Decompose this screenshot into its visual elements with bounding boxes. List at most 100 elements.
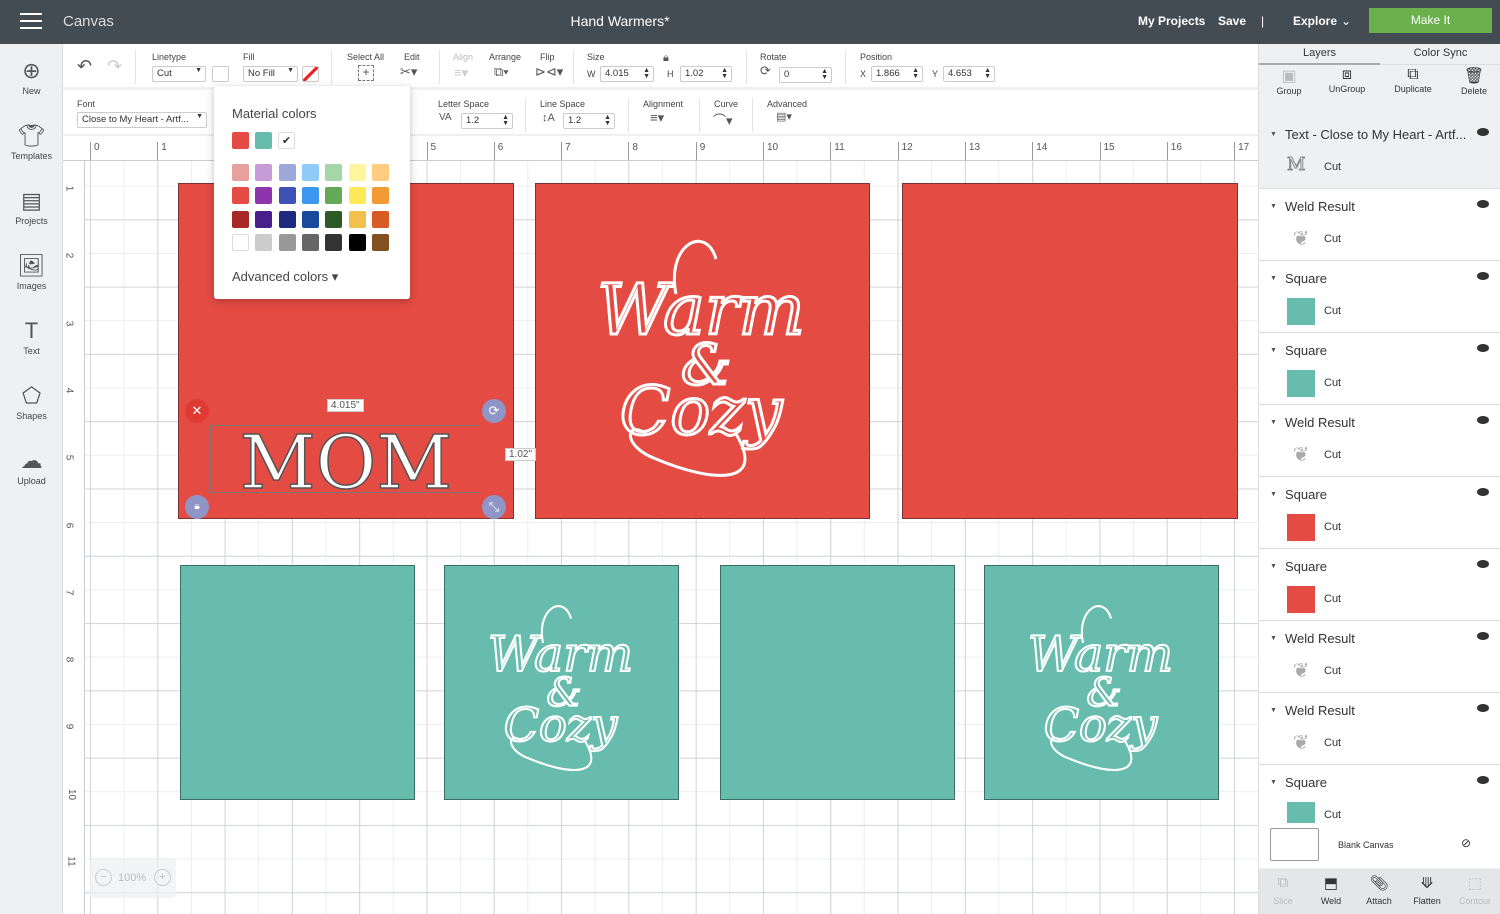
palette-color-swatch[interactable] — [301, 233, 319, 251]
rotate-handle-icon[interactable]: ⟳ — [482, 399, 506, 423]
layer-group[interactable]: ▼ Weld Result ❦ Cut — [1259, 189, 1500, 261]
palette-color-swatch[interactable] — [348, 233, 366, 251]
font-select[interactable]: Close to My Heart - Artf... ▼ — [77, 112, 207, 128]
rotate-input[interactable]: 0 ▲ ▼ — [779, 67, 832, 83]
layer-group[interactable]: ▼ Weld Result ❦ Cut — [1259, 693, 1500, 765]
lock-icon[interactable]: 🔒︎ — [663, 52, 669, 65]
lock-handle-icon[interactable]: 🔒︎ — [185, 495, 209, 519]
layer-group[interactable]: ▼ Weld Result ❦ Cut — [1259, 405, 1500, 477]
edit-tools-icon[interactable]: ✂▾ — [400, 64, 417, 80]
teal-square-with-art[interactable]: Warm & Cozy — [444, 565, 679, 800]
collapse-triangle-icon[interactable]: ▼ — [1270, 707, 1277, 714]
palette-color-swatch[interactable] — [348, 187, 366, 205]
palette-color-swatch[interactable] — [278, 164, 296, 181]
zoom-out-button[interactable]: − — [95, 869, 112, 886]
sidebar-item-templates[interactable]: 👕︎ Templates — [0, 123, 63, 161]
sidebar-item-images[interactable]: 🖼︎ Images — [0, 253, 63, 291]
palette-color-swatch[interactable] — [232, 233, 249, 251]
collapse-triangle-icon[interactable]: ▼ — [1270, 563, 1277, 570]
palette-color-swatch[interactable] — [348, 210, 366, 228]
palette-color-swatch[interactable] — [232, 210, 249, 228]
palette-color-swatch[interactable] — [278, 187, 296, 205]
flatten-button[interactable]: ⟱ Flatten — [1403, 874, 1451, 906]
sidebar-item-projects[interactable]: ▤ Projects — [0, 188, 63, 226]
tab-color-sync[interactable]: Color Sync — [1380, 44, 1500, 65]
line-space-input[interactable]: 1.2 ▲ ▼ — [563, 113, 615, 129]
ungroup-button[interactable]: ⧈ UnGroup — [1317, 66, 1377, 94]
layer-group[interactable]: ▼ Weld Result ❦ Cut — [1259, 621, 1500, 693]
palette-color-swatch[interactable] — [255, 210, 273, 228]
height-input[interactable]: 1.02 ▲ ▼ — [680, 66, 732, 82]
blank-canvas-layer[interactable]: Blank Canvas ⊘ — [1259, 823, 1500, 868]
collapse-triangle-icon[interactable]: ▼ — [1270, 347, 1277, 354]
selection-box[interactable]: MOM — [210, 419, 480, 507]
collapse-triangle-icon[interactable]: ▼ — [1270, 131, 1277, 138]
align-icon[interactable]: ≡▾ — [454, 65, 468, 81]
palette-color-swatch[interactable] — [255, 164, 273, 181]
palette-color-swatch[interactable] — [371, 233, 389, 251]
layer-group[interactable]: ▼ Square Cut — [1259, 549, 1500, 621]
palette-color-swatch[interactable] — [325, 164, 343, 181]
sidebar-item-new[interactable]: ⊕ New — [0, 58, 63, 96]
palette-color-swatch[interactable] — [325, 187, 343, 205]
sidebar-item-shapes[interactable]: ⬠ Shapes — [0, 383, 63, 421]
advanced-icon[interactable]: ▤▾ — [776, 110, 792, 123]
palette-color-swatch[interactable] — [371, 210, 389, 228]
contour-button[interactable]: ⬚ Contour — [1451, 874, 1499, 906]
eye-icon[interactable] — [1477, 560, 1489, 568]
collapse-triangle-icon[interactable]: ▼ — [1270, 203, 1277, 210]
palette-color-swatch[interactable] — [371, 187, 389, 205]
eye-icon[interactable] — [1477, 488, 1489, 496]
teal-square[interactable] — [720, 565, 955, 800]
teal-square[interactable] — [180, 565, 415, 800]
teal-square-with-art[interactable]: Warm & Cozy — [984, 565, 1219, 800]
eye-hidden-icon[interactable]: ⊘ — [1461, 836, 1471, 850]
layer-group[interactable]: ▼ Square Cut — [1259, 765, 1500, 823]
layer-group[interactable]: ▼ Square Cut — [1259, 477, 1500, 549]
resize-handle-icon[interactable]: ⤡ — [482, 495, 506, 519]
layer-group[interactable]: ▼ Square Cut — [1259, 333, 1500, 405]
eye-icon[interactable] — [1477, 272, 1489, 280]
collapse-triangle-icon[interactable]: ▼ — [1270, 419, 1277, 426]
collapse-triangle-icon[interactable]: ▼ — [1270, 491, 1277, 498]
red-square-with-art[interactable]: Warm & Cozy — [535, 183, 870, 519]
explore-menu[interactable]: Explore — [1293, 14, 1337, 28]
palette-color-swatch[interactable] — [301, 187, 319, 205]
palette-color-swatch[interactable] — [371, 164, 389, 181]
undo-icon[interactable]: ↶ — [77, 56, 92, 77]
eye-icon[interactable] — [1477, 344, 1489, 352]
duplicate-button[interactable]: ⧉ Duplicate — [1383, 66, 1443, 94]
arrange-icon[interactable]: ⧉▾ — [494, 64, 509, 80]
flip-icon[interactable]: ⊳⊲▾ — [535, 64, 563, 80]
palette-color-swatch[interactable] — [325, 210, 343, 228]
zoom-in-button[interactable]: + — [154, 869, 171, 886]
delete-button[interactable]: 🗑︎ Delete — [1444, 66, 1500, 96]
advanced-colors-toggle[interactable]: Advanced colors ▾ — [232, 269, 338, 285]
slice-button[interactable]: ⧉ Slice — [1259, 874, 1307, 906]
letter-space-input[interactable]: 1.2 ▲ ▼ — [461, 113, 513, 129]
text-align-icon[interactable]: ≡▾ — [650, 110, 664, 126]
delete-handle-icon[interactable]: ✕ — [185, 399, 209, 423]
chevron-down-icon[interactable]: ⌄ — [1341, 14, 1351, 28]
sidebar-item-text[interactable]: T Text — [0, 318, 63, 356]
y-position-input[interactable]: 4.653 ▲ ▼ — [943, 66, 995, 82]
palette-color-swatch[interactable] — [278, 233, 296, 251]
eye-icon[interactable] — [1477, 200, 1489, 208]
sidebar-item-upload[interactable]: ☁ Upload — [0, 448, 63, 486]
curve-icon[interactable]: ⌒▾ — [713, 110, 733, 129]
my-projects-link[interactable]: My Projects — [1138, 14, 1205, 28]
palette-color-swatch[interactable] — [301, 210, 319, 228]
palette-color-swatch[interactable] — [301, 164, 319, 181]
layer-group[interactable]: ▼ Text - Close to My Heart - Artf... M Cut — [1259, 117, 1500, 189]
make-it-button[interactable]: Make It — [1369, 8, 1492, 33]
eye-icon[interactable] — [1477, 632, 1489, 640]
layer-group[interactable]: ▼ Square Cut — [1259, 261, 1500, 333]
linetype-color-swatch[interactable] — [212, 66, 229, 82]
weld-button[interactable]: ⬒ Weld — [1307, 874, 1355, 906]
palette-color-swatch[interactable] — [232, 187, 249, 205]
linetype-select[interactable]: Cut ▼ — [152, 66, 206, 82]
palette-color-swatch[interactable] — [348, 164, 366, 181]
eye-icon[interactable] — [1477, 128, 1489, 136]
palette-color-swatch[interactable] — [278, 210, 296, 228]
palette-color-swatch[interactable] — [255, 187, 273, 205]
